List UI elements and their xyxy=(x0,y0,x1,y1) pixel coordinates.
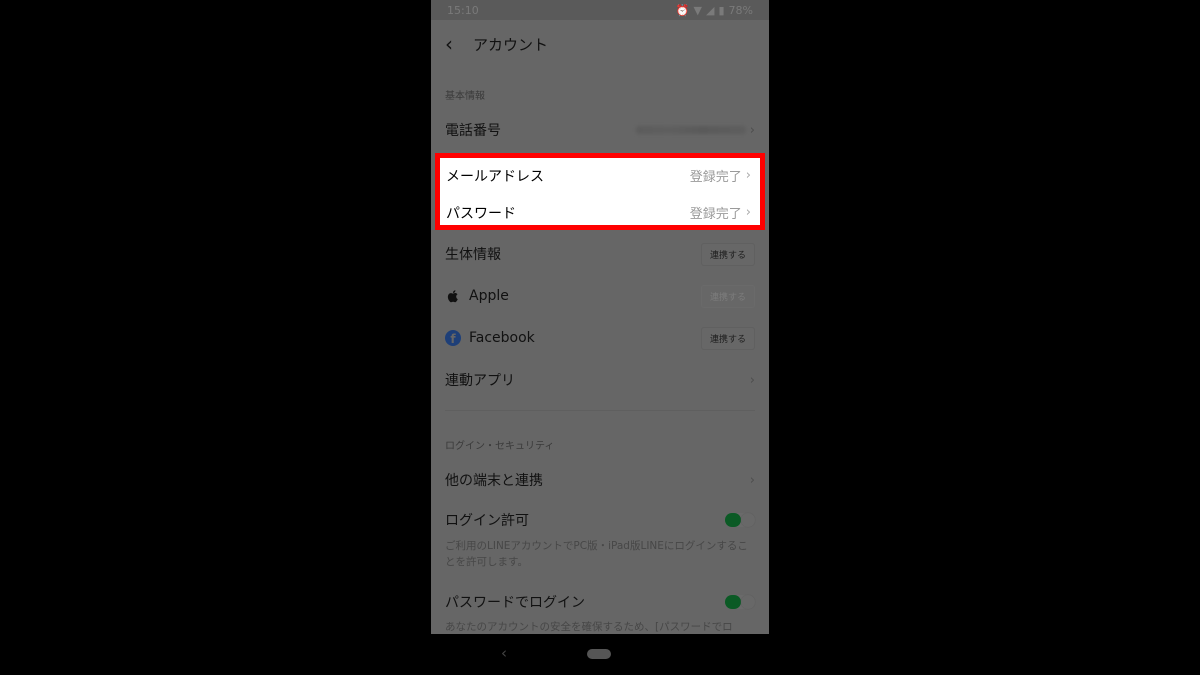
chevron-right-icon: › xyxy=(749,122,755,138)
row-other-devices[interactable]: 他の端末と連携 › xyxy=(431,460,769,500)
chevron-right-icon: › xyxy=(749,472,755,488)
row-label: 電話番号 xyxy=(445,123,501,139)
chevron-right-icon: › xyxy=(745,168,751,183)
battery-percent: 78% xyxy=(728,3,753,17)
back-chevron-icon[interactable]: ‹ xyxy=(445,32,469,56)
password-login-description: あなたのアカウントの安全を確保するため、[パスワードでロ xyxy=(445,621,733,633)
battery-icon: ▮ xyxy=(718,3,725,17)
password-login-toggle[interactable] xyxy=(725,595,755,609)
nav-home-pill[interactable] xyxy=(587,649,611,659)
row-password-login: パスワードでログイン xyxy=(431,582,769,622)
row-label: メールアドレス xyxy=(446,168,544,185)
chevron-right-icon: › xyxy=(749,372,755,388)
facebook-link-button[interactable]: 連携する xyxy=(700,326,755,350)
section-label-basic-info: 基本情報 xyxy=(445,91,485,102)
status-icons: ⏰ ▼ ◢ ▮ 78% xyxy=(676,4,753,17)
row-login-permission: ログイン許可 xyxy=(431,500,769,540)
row-linked-apps[interactable]: 連動アプリ › xyxy=(431,360,769,400)
chevron-right-icon: › xyxy=(745,205,751,220)
password-status: 登録完了 xyxy=(689,207,742,222)
wifi-icon: ▼ xyxy=(693,3,703,17)
row-label: パスワードでログイン xyxy=(445,595,585,611)
row-email-address[interactable]: メールアドレス 登録完了 › xyxy=(440,159,760,192)
row-label: 生体情報 xyxy=(445,247,501,263)
app-header: ‹ アカウント xyxy=(431,20,769,68)
login-permission-toggle[interactable] xyxy=(725,513,755,527)
page-title: アカウント xyxy=(473,35,549,54)
row-label: ログイン許可 xyxy=(445,513,529,529)
row-password[interactable]: パスワード 登録完了 › xyxy=(440,196,760,229)
alarm-icon: ⏰ xyxy=(675,3,690,17)
phone-number-blurred xyxy=(635,126,746,134)
row-label: 連動アプリ xyxy=(445,373,515,389)
row-phone-number[interactable]: 電話番号 › xyxy=(431,110,769,150)
section-label-login-security: ログイン・セキュリティ xyxy=(445,441,555,452)
login-permission-description: ご利用のLINEアカウントでPC版・iPad版LINEにログインすることを許可し… xyxy=(445,540,748,568)
highlight-box: メールアドレス 登録完了 › パスワード 登録完了 › xyxy=(435,153,765,230)
status-time: 15:10 xyxy=(447,3,479,17)
signal-icon: ◢ xyxy=(706,3,715,17)
row-label: 他の端末と連携 xyxy=(445,473,543,489)
nav-back-icon[interactable]: ‹ xyxy=(501,644,507,662)
row-label: パスワード xyxy=(446,205,516,222)
apple-link-button[interactable]: 連携する xyxy=(700,284,755,308)
row-label: Facebook xyxy=(469,330,535,346)
row-biometrics: 生体情報 連携する xyxy=(431,234,769,274)
row-apple: Apple 連携する xyxy=(431,276,769,316)
phone-screen: 15:10 ⏰ ▼ ◢ ▮ 78% ‹ アカウント 基本情報 電話番号 › 生体… xyxy=(431,0,769,634)
system-nav-bar: ‹ xyxy=(431,634,769,675)
facebook-icon: f xyxy=(445,330,461,346)
email-status: 登録完了 xyxy=(689,170,742,185)
biometrics-link-button[interactable]: 連携する xyxy=(700,242,755,266)
apple-icon xyxy=(447,290,458,303)
section-divider xyxy=(445,410,755,411)
row-facebook: f Facebook 連携する xyxy=(431,318,769,358)
status-bar: 15:10 ⏰ ▼ ◢ ▮ 78% xyxy=(431,0,769,20)
row-label: Apple xyxy=(469,288,509,304)
